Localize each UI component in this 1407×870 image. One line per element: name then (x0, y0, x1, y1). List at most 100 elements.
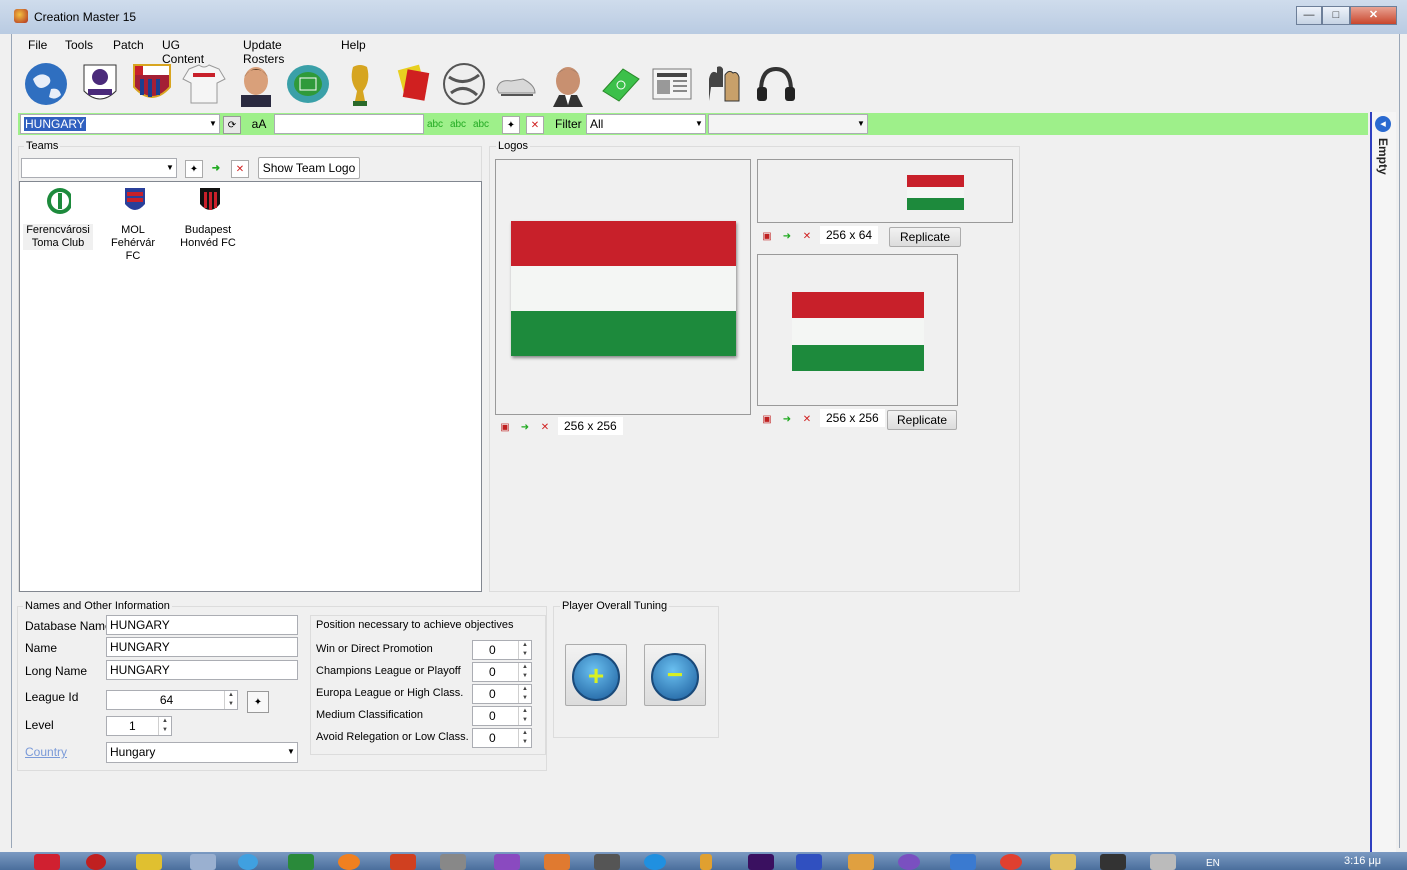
globe-icon[interactable] (22, 60, 70, 108)
objective-stepper[interactable]: 0 ▲ ▼ (472, 640, 532, 660)
new-league-icon[interactable]: ✦ (247, 691, 269, 713)
menu-help[interactable]: Help (341, 36, 366, 54)
taskbar-app-icon[interactable] (86, 854, 106, 870)
maximize-button[interactable]: □ (1322, 6, 1350, 25)
objective-stepper[interactable]: 0 ▲ ▼ (472, 728, 532, 748)
jersey-icon[interactable] (180, 60, 228, 108)
spellcheck-icon[interactable]: abc (427, 116, 443, 132)
stepper-arrows-icon[interactable]: ▲ ▼ (158, 717, 171, 735)
name-field[interactable]: HUNGARY (106, 637, 298, 657)
newspaper-icon[interactable] (648, 60, 696, 108)
taskbar-app-icon[interactable] (1100, 854, 1126, 870)
new-item-icon[interactable]: ✦ (502, 116, 520, 134)
import-logo-icon[interactable]: ▣ (497, 419, 513, 435)
increase-overall-button[interactable]: + (565, 644, 627, 706)
refresh-icon[interactable]: ⟳ (223, 116, 241, 134)
taskbar-app-icon[interactable] (898, 854, 920, 870)
stepper-arrows-icon[interactable]: ▲ ▼ (518, 685, 531, 703)
taskbar-app-icon[interactable] (848, 854, 874, 870)
taskbar-app-icon[interactable] (594, 854, 620, 870)
stepper-arrows-icon[interactable]: ▲ ▼ (224, 691, 237, 709)
delete-item-icon[interactable]: ✕ (526, 116, 544, 134)
country-combo[interactable]: HUNGARY ▼ (20, 114, 220, 134)
level-stepper[interactable]: 1 ▲ ▼ (106, 716, 172, 736)
taskbar-app-icon[interactable] (288, 854, 314, 870)
logo-large-frame[interactable] (495, 159, 751, 415)
team-filter-combo[interactable]: ▼ (21, 158, 177, 178)
long-name-field[interactable]: HUNGARY (106, 660, 298, 680)
teams-list[interactable]: Ferencvárosi Toma Club MOL Fehérvár FC B… (19, 181, 482, 592)
replicate-button[interactable]: Replicate (889, 227, 961, 247)
stepper-arrows-icon[interactable]: ▲ ▼ (518, 641, 531, 659)
taskbar-app-icon[interactable] (748, 854, 774, 870)
manager-face-icon[interactable] (544, 60, 592, 108)
taskbar-app-icon[interactable] (494, 854, 520, 870)
country-select[interactable]: Hungary ▼ (106, 742, 298, 763)
show-team-logo-button[interactable]: Show Team Logo (258, 157, 360, 179)
team-item-fehervar[interactable]: MOL Fehérvár FC (98, 186, 168, 263)
taskbar-app-icon[interactable] (1150, 854, 1176, 870)
logo-wide-frame[interactable] (757, 159, 1013, 223)
logo-medium-frame[interactable] (757, 254, 958, 406)
clock[interactable]: 3:16 μμ (1344, 855, 1381, 867)
replicate-button[interactable]: Replicate (887, 410, 957, 430)
delete-logo-icon[interactable]: ✕ (799, 228, 815, 244)
league-id-stepper[interactable]: 64 ▲ ▼ (106, 690, 238, 710)
stepper-arrows-icon[interactable]: ▲ ▼ (518, 707, 531, 725)
menu-tools[interactable]: Tools (65, 36, 93, 54)
spellcheck-all-icon[interactable]: abc (473, 116, 489, 132)
case-toggle[interactable]: aA (251, 116, 267, 132)
taskbar-app-icon[interactable] (238, 854, 258, 870)
taskbar-app-icon[interactable] (440, 854, 466, 870)
close-button[interactable]: ✕ (1350, 6, 1397, 25)
taskbar-app-icon[interactable] (390, 854, 416, 870)
delete-logo-icon[interactable]: ✕ (537, 419, 553, 435)
country-link[interactable]: Country (25, 745, 67, 759)
taskbar-app-icon[interactable] (644, 854, 666, 870)
stepper-arrows-icon[interactable]: ▲ ▼ (518, 729, 531, 747)
stadium-icon[interactable] (284, 60, 332, 108)
delete-team-icon[interactable]: ✕ (231, 160, 249, 178)
delete-logo-icon[interactable]: ✕ (799, 411, 815, 427)
export-logo-icon[interactable]: ➜ (779, 411, 795, 427)
taskbar-app-icon[interactable] (544, 854, 570, 870)
taskbar-app-icon[interactable] (190, 854, 216, 870)
new-team-icon[interactable]: ✦ (185, 160, 203, 178)
taskbar-app-icon[interactable] (34, 854, 60, 870)
boots-icon[interactable] (492, 60, 540, 108)
menu-file[interactable]: File (28, 36, 47, 54)
stepper-arrows-icon[interactable]: ▲ ▼ (518, 663, 531, 681)
import-logo-icon[interactable]: ▣ (759, 228, 775, 244)
gloves-icon[interactable] (700, 60, 748, 108)
import-logo-icon[interactable]: ▣ (759, 411, 775, 427)
objective-stepper[interactable]: 0 ▲ ▼ (472, 684, 532, 704)
taskbar-app-icon[interactable] (796, 854, 822, 870)
filter-combo[interactable]: All ▼ (586, 114, 706, 134)
database-name-field[interactable]: HUNGARY (106, 615, 298, 635)
export-logo-icon[interactable]: ➜ (517, 419, 533, 435)
taskbar-app-icon[interactable] (136, 854, 162, 870)
team-item-honved[interactable]: Budapest Honvéd FC (173, 186, 243, 250)
taskbar-app-icon[interactable] (338, 854, 360, 870)
import-team-icon[interactable]: ➜ (208, 160, 224, 176)
team-item-ferencvaros[interactable]: Ferencvárosi Toma Club (23, 186, 93, 250)
ball-icon[interactable] (440, 60, 488, 108)
export-logo-icon[interactable]: ➜ (779, 228, 795, 244)
player-face-icon[interactable] (232, 60, 280, 108)
language-indicator[interactable]: EN (1206, 858, 1220, 869)
objective-stepper[interactable]: 0 ▲ ▼ (472, 706, 532, 726)
taskbar-app-icon[interactable] (1000, 854, 1022, 870)
spellcheck-next-icon[interactable]: abc (450, 116, 466, 132)
premier-league-icon[interactable] (76, 60, 124, 108)
pitch-icon[interactable] (596, 60, 644, 108)
decrease-overall-button[interactable]: − (644, 644, 706, 706)
taskbar-app-icon[interactable] (1050, 854, 1076, 870)
menu-patch[interactable]: Patch (113, 36, 144, 54)
taskbar-app-icon[interactable] (950, 854, 976, 870)
search-input[interactable] (274, 114, 424, 134)
arrow-left-icon[interactable]: ◂ (1375, 116, 1391, 132)
headphones-icon[interactable] (752, 60, 800, 108)
cards-icon[interactable] (388, 60, 436, 108)
secondary-filter-combo[interactable]: ▼ (708, 114, 868, 134)
taskbar-app-icon[interactable] (700, 854, 712, 870)
